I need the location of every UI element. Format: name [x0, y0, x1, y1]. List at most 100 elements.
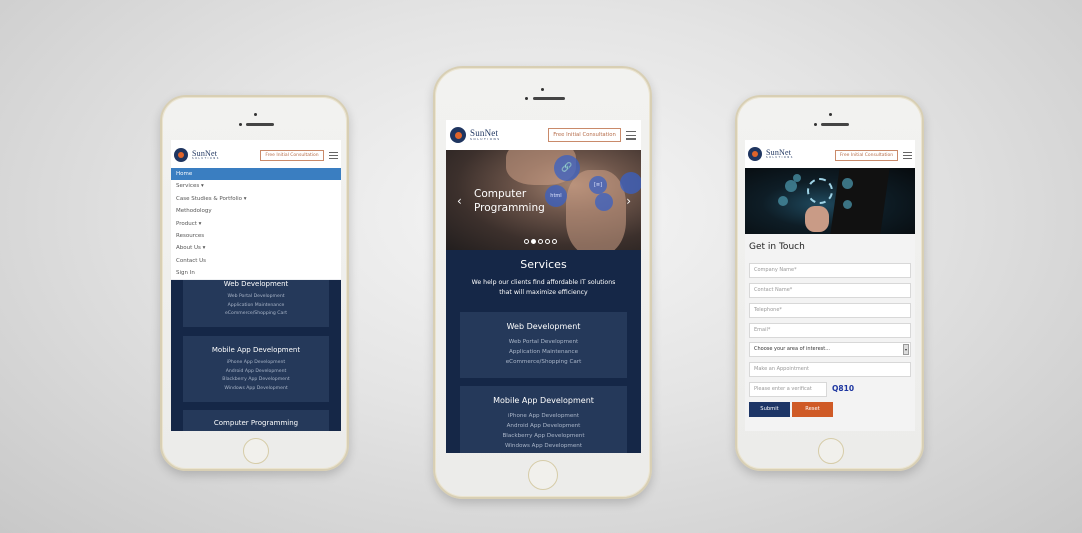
- service-card-web-development[interactable]: Web Development Web Portal Development A…: [460, 312, 627, 378]
- network-node-icon: [778, 196, 788, 206]
- service-card-mobile-app-development[interactable]: Mobile App Development iPhone App Develo…: [460, 386, 627, 453]
- network-node-icon: [843, 200, 852, 209]
- mobile-nav-menu: Home Services ▾ Case Studies & Portfolio…: [171, 168, 341, 280]
- nav-item-contact-us[interactable]: Contact Us: [171, 255, 341, 267]
- service-card-web-development[interactable]: Web Development Web Portal Development A…: [183, 279, 329, 327]
- card-line: Windows App Development: [224, 385, 288, 391]
- earpiece-speaker: [821, 123, 849, 126]
- carousel-dot[interactable]: [524, 239, 529, 244]
- sensor: [239, 123, 242, 126]
- card-line: Blackberry App Development: [222, 377, 290, 383]
- code-bubble-icon: [≡]: [589, 176, 607, 194]
- right-phone-mockup: SunNet SOLUTIONS Free Initial Consultati…: [735, 95, 924, 471]
- nav-item-home[interactable]: Home: [171, 168, 341, 181]
- card-line: Web Portal Development: [508, 339, 579, 345]
- carousel-dot[interactable]: [545, 239, 550, 244]
- hamburger-menu-icon[interactable]: [903, 152, 912, 161]
- sensor: [814, 123, 817, 126]
- carousel-prev-icon[interactable]: ‹: [457, 194, 462, 208]
- carousel-dot-active[interactable]: [531, 239, 536, 244]
- card-line: eCommerce/Shopping Cart: [505, 359, 582, 365]
- dropdown-arrow-icon[interactable]: ▾: [903, 344, 909, 355]
- select-value: Choose your area of interest...: [754, 346, 830, 352]
- nav-item-product[interactable]: Product ▾: [171, 218, 341, 230]
- banner-suit: [830, 168, 890, 234]
- sensor: [525, 97, 528, 100]
- carousel-dot[interactable]: [538, 239, 543, 244]
- nav-item-sign-in[interactable]: Sign In: [171, 267, 341, 279]
- card-line: eCommerce/Shopping Cart: [224, 311, 288, 317]
- hero-carousel[interactable]: 🔗 html [≡] Computer Programming ‹ ›: [446, 150, 641, 250]
- card-line: iPhone App Development: [226, 360, 286, 365]
- card-title: Mobile App Development: [493, 396, 594, 405]
- center-phone-screen: SunNet SOLUTIONS Free Initial Consultati…: [446, 120, 641, 453]
- front-camera: [254, 113, 257, 116]
- services-section: Services We help our clients find afford…: [446, 250, 641, 453]
- tech-bubble-icon: [595, 193, 613, 211]
- site-header: SunNet SOLUTIONS Free Initial Consultati…: [171, 140, 341, 170]
- service-card-computer-programming[interactable]: Computer Programming: [183, 410, 329, 431]
- gear-icon: [807, 178, 833, 204]
- sunnet-logo[interactable]: SunNet SOLUTIONS: [450, 127, 501, 143]
- services-subtitle-line: We help our clients find affordable IT s…: [471, 279, 616, 286]
- form-title: Get in Touch: [749, 242, 805, 252]
- hamburger-menu-icon[interactable]: [329, 152, 338, 161]
- hero-title: Computer Programming: [474, 187, 545, 215]
- reset-button[interactable]: Reset: [792, 402, 833, 417]
- carousel-dot[interactable]: [552, 239, 557, 244]
- html-bubble-icon: html: [545, 185, 567, 207]
- telephone-field[interactable]: Telephone*: [749, 303, 911, 318]
- banner-hand: [805, 206, 829, 232]
- free-consultation-button[interactable]: Free Initial Consultation: [260, 150, 324, 161]
- card-title: Mobile App Development: [211, 346, 301, 354]
- nav-item-services[interactable]: Services ▾: [171, 180, 341, 192]
- card-title: Computer Programming: [213, 419, 299, 427]
- card-line: Android App Development: [506, 423, 581, 429]
- appointment-field[interactable]: Make an Appointment: [749, 362, 911, 377]
- home-button: [528, 460, 558, 490]
- logo-subtitle: SOLUTIONS: [192, 156, 220, 160]
- site-header: SunNet SOLUTIONS Free Initial Consultati…: [446, 120, 641, 150]
- home-button: [243, 438, 269, 464]
- card-line: Windows App Development: [504, 443, 583, 449]
- logo-subtitle: SOLUTIONS: [470, 137, 501, 141]
- hamburger-menu-icon[interactable]: [626, 131, 636, 142]
- card-line: Web Portal Development: [227, 294, 285, 299]
- hero-title-line: Computer: [474, 188, 527, 200]
- left-phone-mockup: SunNet SOLUTIONS Free Initial Consultati…: [160, 95, 349, 471]
- service-card-mobile-app-development[interactable]: Mobile App Development iPhone App Develo…: [183, 336, 329, 402]
- hero-title-line: Programming: [474, 202, 545, 214]
- nav-item-about-us[interactable]: About Us ▾: [171, 242, 341, 254]
- sunnet-logo[interactable]: SunNet SOLUTIONS: [174, 148, 220, 162]
- company-name-field[interactable]: Company Name*: [749, 263, 911, 278]
- free-consultation-button[interactable]: Free Initial Consultation: [548, 128, 621, 142]
- earpiece-speaker: [246, 123, 274, 126]
- carousel-indicators: [524, 239, 557, 244]
- free-consultation-button[interactable]: Free Initial Consultation: [835, 150, 898, 161]
- card-line: Application Maintenance: [508, 349, 579, 355]
- area-of-interest-select[interactable]: Choose your area of interest... ▾: [749, 342, 911, 357]
- sunnet-logo[interactable]: SunNet SOLUTIONS: [748, 147, 794, 161]
- logo-subtitle: SOLUTIONS: [766, 155, 794, 159]
- services-section: Web Development Web Portal Development A…: [171, 279, 341, 431]
- card-line: Android App Development: [225, 368, 287, 374]
- nav-item-case-studies[interactable]: Case Studies & Portfolio ▾: [171, 193, 341, 205]
- network-node-icon: [793, 174, 801, 182]
- card-line: iPhone App Development: [507, 413, 580, 419]
- card-line: Blackberry App Development: [502, 433, 585, 439]
- services-subtitle: We help our clients find affordable IT s…: [456, 278, 631, 298]
- contact-name-field[interactable]: Contact Name*: [749, 283, 911, 298]
- logo-icon: [174, 148, 188, 162]
- submit-button[interactable]: Submit: [749, 402, 790, 417]
- card-line: Application Maintenance: [227, 302, 285, 308]
- left-phone-screen: SunNet SOLUTIONS Free Initial Consultati…: [171, 140, 341, 431]
- center-phone-mockup: SunNet SOLUTIONS Free Initial Consultati…: [433, 66, 652, 499]
- tech-bubble-icon: [620, 172, 641, 194]
- carousel-next-icon[interactable]: ›: [626, 194, 631, 208]
- nav-item-methodology[interactable]: Methodology: [171, 205, 341, 217]
- site-header: SunNet SOLUTIONS Free Initial Consultati…: [745, 140, 915, 168]
- nav-item-resources[interactable]: Resources: [171, 230, 341, 242]
- verification-field[interactable]: Please enter a verificat: [749, 382, 827, 397]
- email-field[interactable]: Email*: [749, 323, 911, 338]
- logo-icon: [450, 127, 466, 143]
